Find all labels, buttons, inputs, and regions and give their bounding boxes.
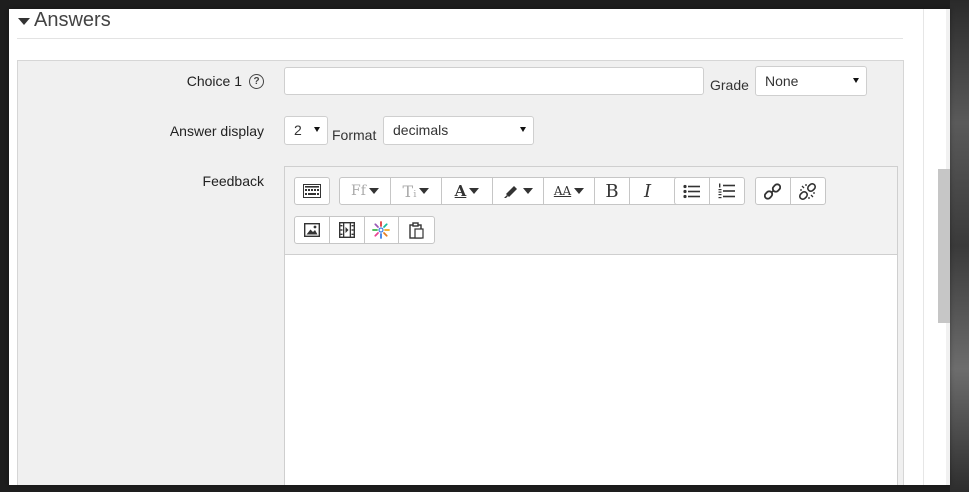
image-icon bbox=[303, 223, 320, 237]
toolbar-group-format: Ff Tᵢ A AA B I bbox=[339, 177, 691, 205]
answer-display-label-wrapper: Answer display bbox=[170, 123, 264, 139]
unordered-list-button[interactable] bbox=[675, 178, 710, 204]
dropdown-caret-icon bbox=[419, 188, 430, 194]
toolbar-group-toggle bbox=[294, 177, 330, 205]
toolbar-group-lists bbox=[674, 177, 745, 205]
answer-display-value: 2 bbox=[294, 122, 302, 138]
chevron-down-icon bbox=[853, 78, 859, 83]
insert-media-button[interactable] bbox=[330, 217, 365, 243]
toolbar-group-links bbox=[755, 177, 826, 205]
format-select[interactable]: decimals bbox=[383, 116, 534, 145]
manage-files-button[interactable] bbox=[365, 217, 400, 243]
section-header[interactable]: Answers bbox=[18, 9, 111, 31]
dropdown-caret-icon bbox=[368, 188, 379, 194]
link-icon bbox=[764, 182, 782, 200]
keyboard-icon bbox=[303, 184, 321, 198]
collapse-caret-icon[interactable] bbox=[18, 17, 30, 25]
paragraph-style-button[interactable]: AA bbox=[544, 178, 595, 204]
format-label: Format bbox=[332, 127, 377, 143]
font-color-icon: A bbox=[454, 182, 467, 200]
dropdown-caret-icon bbox=[574, 188, 585, 194]
answer-panel: Choice 1? Grade None Answer display 2 Fo… bbox=[17, 60, 904, 485]
toolbar-toggle-button[interactable] bbox=[295, 178, 329, 204]
chevron-down-icon bbox=[520, 127, 526, 132]
font-family-button[interactable]: Ff bbox=[340, 178, 391, 204]
font-size-button[interactable]: Tᵢ bbox=[391, 178, 442, 204]
answer-display-select[interactable]: 2 bbox=[284, 116, 328, 145]
bold-icon: B bbox=[605, 180, 619, 202]
style-icon: AA bbox=[553, 184, 572, 198]
bold-button[interactable]: B bbox=[595, 178, 630, 204]
sparkle-icon bbox=[372, 221, 391, 239]
format-select-value: decimals bbox=[393, 122, 449, 138]
feedback-label: Feedback bbox=[202, 173, 264, 189]
choice-label: Choice 1 bbox=[186, 73, 242, 89]
font-color-button[interactable]: A bbox=[442, 178, 493, 204]
font-size-icon: Tᵢ bbox=[402, 181, 417, 201]
grade-label: Grade bbox=[710, 77, 749, 93]
background-backdrop bbox=[950, 0, 969, 492]
ordered-list-button[interactable] bbox=[710, 178, 745, 204]
editor-toolbar: Ff Tᵢ A AA B I bbox=[285, 167, 897, 255]
form-window: Answers Choice 1? Grade None Answer disp… bbox=[9, 9, 950, 485]
feedback-content-area[interactable] bbox=[285, 255, 897, 485]
grade-select[interactable]: None bbox=[755, 66, 867, 96]
film-icon bbox=[338, 222, 355, 238]
grade-select-value: None bbox=[765, 73, 799, 89]
link-button[interactable] bbox=[756, 178, 791, 204]
font-family-icon: Ff bbox=[351, 183, 366, 199]
insert-image-button[interactable] bbox=[295, 217, 330, 243]
dropdown-caret-icon bbox=[469, 188, 480, 194]
feedback-label-wrapper: Feedback bbox=[203, 173, 264, 189]
answer-display-label: Answer display bbox=[169, 123, 264, 139]
scrollbar-thumb[interactable] bbox=[938, 169, 950, 323]
italic-icon: I bbox=[643, 180, 652, 202]
dropdown-caret-icon bbox=[523, 188, 533, 194]
section-divider bbox=[17, 38, 903, 39]
choice-label-wrapper: Choice 1? bbox=[187, 73, 264, 90]
help-icon[interactable]: ? bbox=[249, 73, 264, 89]
toolbar-group-insert bbox=[294, 216, 435, 244]
choice-input[interactable] bbox=[284, 67, 704, 95]
highlight-icon bbox=[504, 186, 517, 198]
unlink-icon bbox=[799, 182, 817, 200]
section-title: Answers bbox=[34, 9, 111, 31]
numbered-list-icon bbox=[718, 183, 736, 199]
paste-button[interactable] bbox=[399, 217, 434, 243]
vertical-scrollbar[interactable] bbox=[923, 9, 950, 485]
background-color-button[interactable] bbox=[493, 178, 544, 204]
unlink-button[interactable] bbox=[791, 178, 826, 204]
chevron-down-icon bbox=[314, 127, 320, 132]
feedback-editor: Ff Tᵢ A AA B I bbox=[284, 166, 898, 485]
bullet-list-icon bbox=[683, 184, 701, 198]
italic-button[interactable]: I bbox=[630, 178, 665, 204]
clipboard-icon bbox=[409, 221, 424, 239]
